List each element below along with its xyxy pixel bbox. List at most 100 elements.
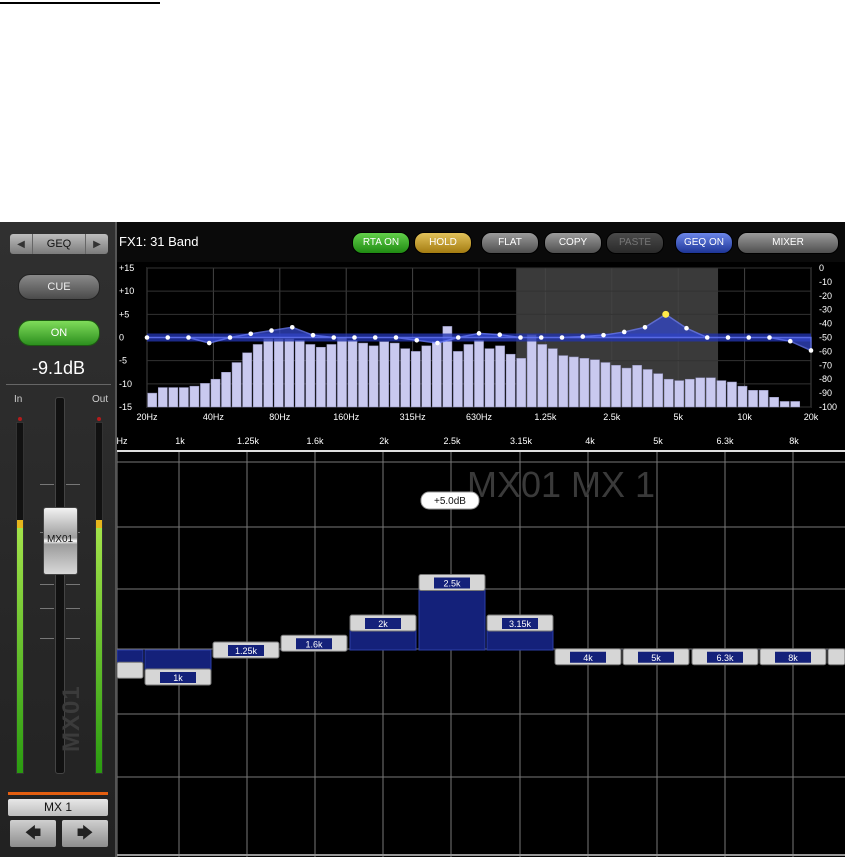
band-point: [186, 335, 191, 340]
fader-tick: [40, 484, 54, 485]
freq-tick-label: 80Hz: [269, 412, 291, 422]
watermark: MX01 MX 1: [467, 464, 655, 505]
band-point: [497, 332, 503, 338]
input-meter: [16, 417, 24, 774]
page-title: FX1: 31 Band: [119, 234, 199, 249]
rta-scale-label: -40: [819, 319, 832, 329]
band-point: [352, 335, 357, 340]
band-fader-area[interactable]: MX01 MX 1 1k 1.25k 1.6k 2k 2.5k 3.15k 4k 5k 6.3k 8…: [116, 452, 845, 857]
bottom-rule: [117, 854, 845, 856]
rta-bar: [410, 351, 421, 408]
band-point: [580, 334, 586, 339]
rta-bar: [305, 344, 316, 408]
rta-scale-label: -90: [819, 388, 832, 398]
rta-bar: [284, 338, 295, 408]
fader-tick: [40, 584, 54, 585]
db-scale-label: -5: [119, 356, 127, 366]
gain-tooltip-text: +5.0dB: [434, 496, 466, 507]
band-point: [559, 335, 565, 340]
rta-scale-label: -70: [819, 360, 832, 370]
mixer-button[interactable]: MIXER: [737, 232, 839, 254]
prev-arrow-icon[interactable]: ◀: [10, 239, 32, 250]
band-point: [435, 340, 440, 346]
freq-tick-label: 20k: [804, 412, 819, 422]
rta-scale-label: -30: [819, 305, 832, 315]
rta-bar: [421, 345, 432, 408]
rta-bar: [347, 340, 358, 408]
level-readout: -9.1dB: [31, 358, 86, 378]
rta-bar: [389, 342, 400, 408]
rta-bar: [189, 385, 200, 408]
band-point: [206, 340, 212, 346]
rta-scale-label: -80: [819, 374, 832, 384]
in-label: In: [14, 394, 23, 405]
band-point: [767, 335, 772, 340]
rta-bar: [453, 351, 463, 408]
paste-button[interactable]: PASTE: [606, 232, 664, 254]
toolbar: FX1: 31 Band RTA ON HOLD FLAT COPY PASTE…: [117, 222, 845, 263]
rta-bar: [727, 381, 737, 408]
flat-button[interactable]: FLAT: [481, 232, 539, 254]
rta-bar: [379, 341, 389, 408]
band-ruler-label: 2k: [379, 436, 389, 446]
freq-tick-label: 160Hz: [333, 412, 360, 422]
rta-bar: [663, 378, 674, 408]
rta-bar: [147, 392, 158, 408]
rta-on-button[interactable]: RTA ON: [352, 232, 410, 254]
band-point: [372, 335, 378, 340]
band-label: 2.5k: [443, 579, 461, 589]
rta-bar: [526, 334, 537, 408]
rta-bar: [547, 348, 558, 408]
rta-bar: [474, 340, 484, 408]
rta-scale-label: -50: [819, 333, 832, 343]
db-scale-label: -15: [119, 402, 132, 412]
rta-bar: [621, 367, 632, 408]
hold-button[interactable]: HOLD: [414, 232, 472, 254]
geq-on-button[interactable]: GEQ ON: [675, 232, 733, 254]
band-ruler-label: 4k: [585, 436, 595, 446]
geq-app-window: ◀ GEQ ▶ CUE ON -9.1dB In Out MX01 MX01 M…: [0, 222, 845, 857]
channel-color-bar: [8, 792, 108, 795]
db-scale-label: +15: [119, 263, 134, 273]
next-channel-button[interactable]: 🡆: [62, 820, 108, 847]
rta-scale-label: -20: [819, 291, 832, 301]
freq-tick-label: 2.5k: [603, 412, 621, 422]
band-point: [476, 331, 482, 336]
meter-green: [17, 528, 23, 773]
rta-bar: [200, 383, 210, 408]
band-point: [414, 337, 420, 343]
next-arrow-icon[interactable]: ▶: [86, 239, 108, 250]
fader-tick: [66, 484, 80, 485]
band-point: [725, 335, 731, 340]
rta-analyzer[interactable]: 20Hz 40Hz 80Hz 160Hz 315Hz 630Hz 1.25k 2.5k 5k 10…: [117, 262, 845, 450]
band-point: [642, 325, 648, 330]
rta-bar: [316, 346, 326, 408]
rta-bar: [737, 385, 748, 408]
rta-bar: [242, 352, 252, 408]
rta-bar: [674, 380, 685, 408]
rta-bar: [221, 372, 231, 408]
band-point: [808, 348, 814, 353]
band-ruler-label: 1k: [175, 436, 185, 446]
copy-button[interactable]: COPY: [544, 232, 602, 254]
rta-bar: [484, 348, 495, 408]
fader-tick: [66, 584, 80, 585]
band-ruler-label: 1.6k: [306, 436, 324, 446]
rta-bar: [337, 337, 347, 408]
on-button[interactable]: ON: [18, 320, 100, 346]
band-label: 5k: [651, 653, 661, 663]
fader-tick: [66, 608, 80, 609]
db-scale-label: +5: [119, 309, 129, 319]
band-ruler-label: 2.5k: [443, 436, 461, 446]
rta-bar: [642, 369, 653, 408]
previous-channel-button[interactable]: 🡄: [10, 820, 56, 847]
band-point: [310, 332, 316, 338]
rta-bar: [179, 387, 189, 408]
band-ruler-label: 5k: [653, 436, 663, 446]
db-scale-label: +10: [119, 286, 134, 296]
band-label: 1.25k: [235, 646, 258, 656]
cue-button[interactable]: CUE: [18, 274, 100, 300]
output-meter: [95, 417, 103, 774]
band-label: 8k: [788, 653, 798, 663]
channel-name[interactable]: MX 1: [8, 799, 108, 816]
